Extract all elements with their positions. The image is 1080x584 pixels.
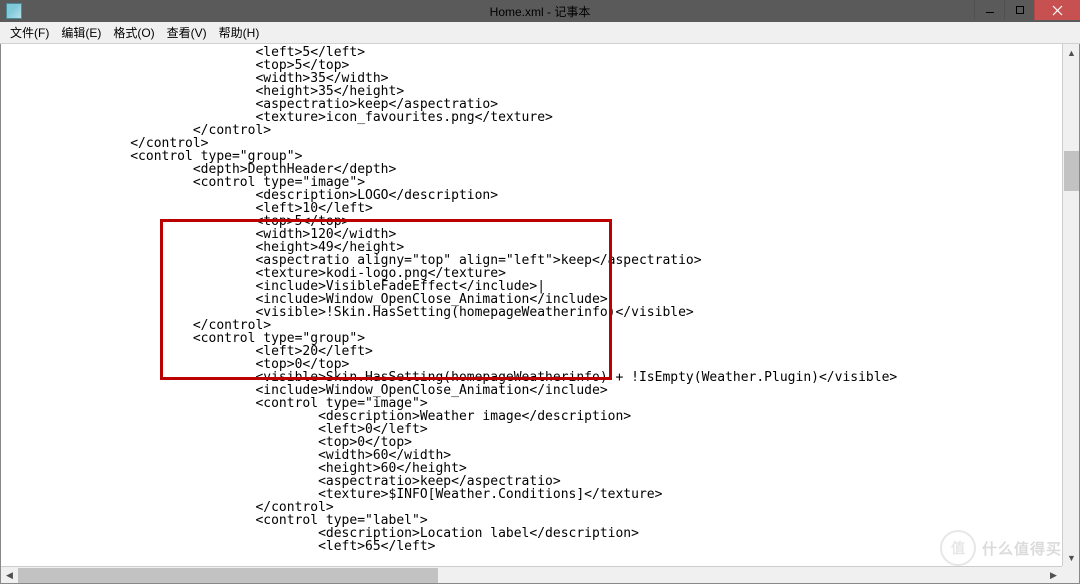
- vertical-scroll-track[interactable]: [1063, 61, 1079, 549]
- menu-view[interactable]: 查看(V): [161, 24, 213, 41]
- notepad-window: Home.xml - 记事本 文件(F) 编辑(E) 格式(O) 查看(V) 帮…: [0, 0, 1080, 584]
- scroll-down-button[interactable]: ▼: [1063, 549, 1080, 566]
- window-title: Home.xml - 记事本: [490, 3, 591, 20]
- maximize-button[interactable]: [1004, 0, 1034, 20]
- close-button[interactable]: [1034, 0, 1080, 20]
- menu-format[interactable]: 格式(O): [107, 24, 160, 41]
- vertical-scroll-thumb[interactable]: [1064, 151, 1079, 191]
- scrollbar-corner: [1062, 566, 1079, 583]
- notepad-icon: [6, 3, 22, 19]
- text-content[interactable]: <left>5</left> <top>5</top> <width>35</w…: [1, 44, 1079, 553]
- window-controls: [974, 0, 1080, 20]
- menu-help[interactable]: 帮助(H): [213, 24, 266, 41]
- watermark: 值 什么值得买: [940, 530, 1062, 566]
- menu-file[interactable]: 文件(F): [4, 24, 55, 41]
- watermark-text: 什么值得买: [982, 538, 1062, 559]
- titlebar[interactable]: Home.xml - 记事本: [0, 0, 1080, 22]
- horizontal-scroll-thumb[interactable]: [18, 568, 438, 583]
- vertical-scrollbar[interactable]: ▲ ▼: [1062, 44, 1079, 566]
- horizontal-scrollbar[interactable]: ◀ ▶: [1, 566, 1062, 583]
- watermark-badge-icon: 值: [940, 530, 976, 566]
- menubar: 文件(F) 编辑(E) 格式(O) 查看(V) 帮助(H): [0, 22, 1080, 44]
- scroll-right-button[interactable]: ▶: [1045, 567, 1062, 584]
- scroll-left-button[interactable]: ◀: [1, 567, 18, 584]
- menu-edit[interactable]: 编辑(E): [55, 24, 107, 41]
- scroll-up-button[interactable]: ▲: [1063, 44, 1080, 61]
- text-editor[interactable]: <left>5</left> <top>5</top> <width>35</w…: [0, 44, 1080, 584]
- horizontal-scroll-track[interactable]: [18, 567, 1045, 583]
- minimize-button[interactable]: [974, 0, 1004, 20]
